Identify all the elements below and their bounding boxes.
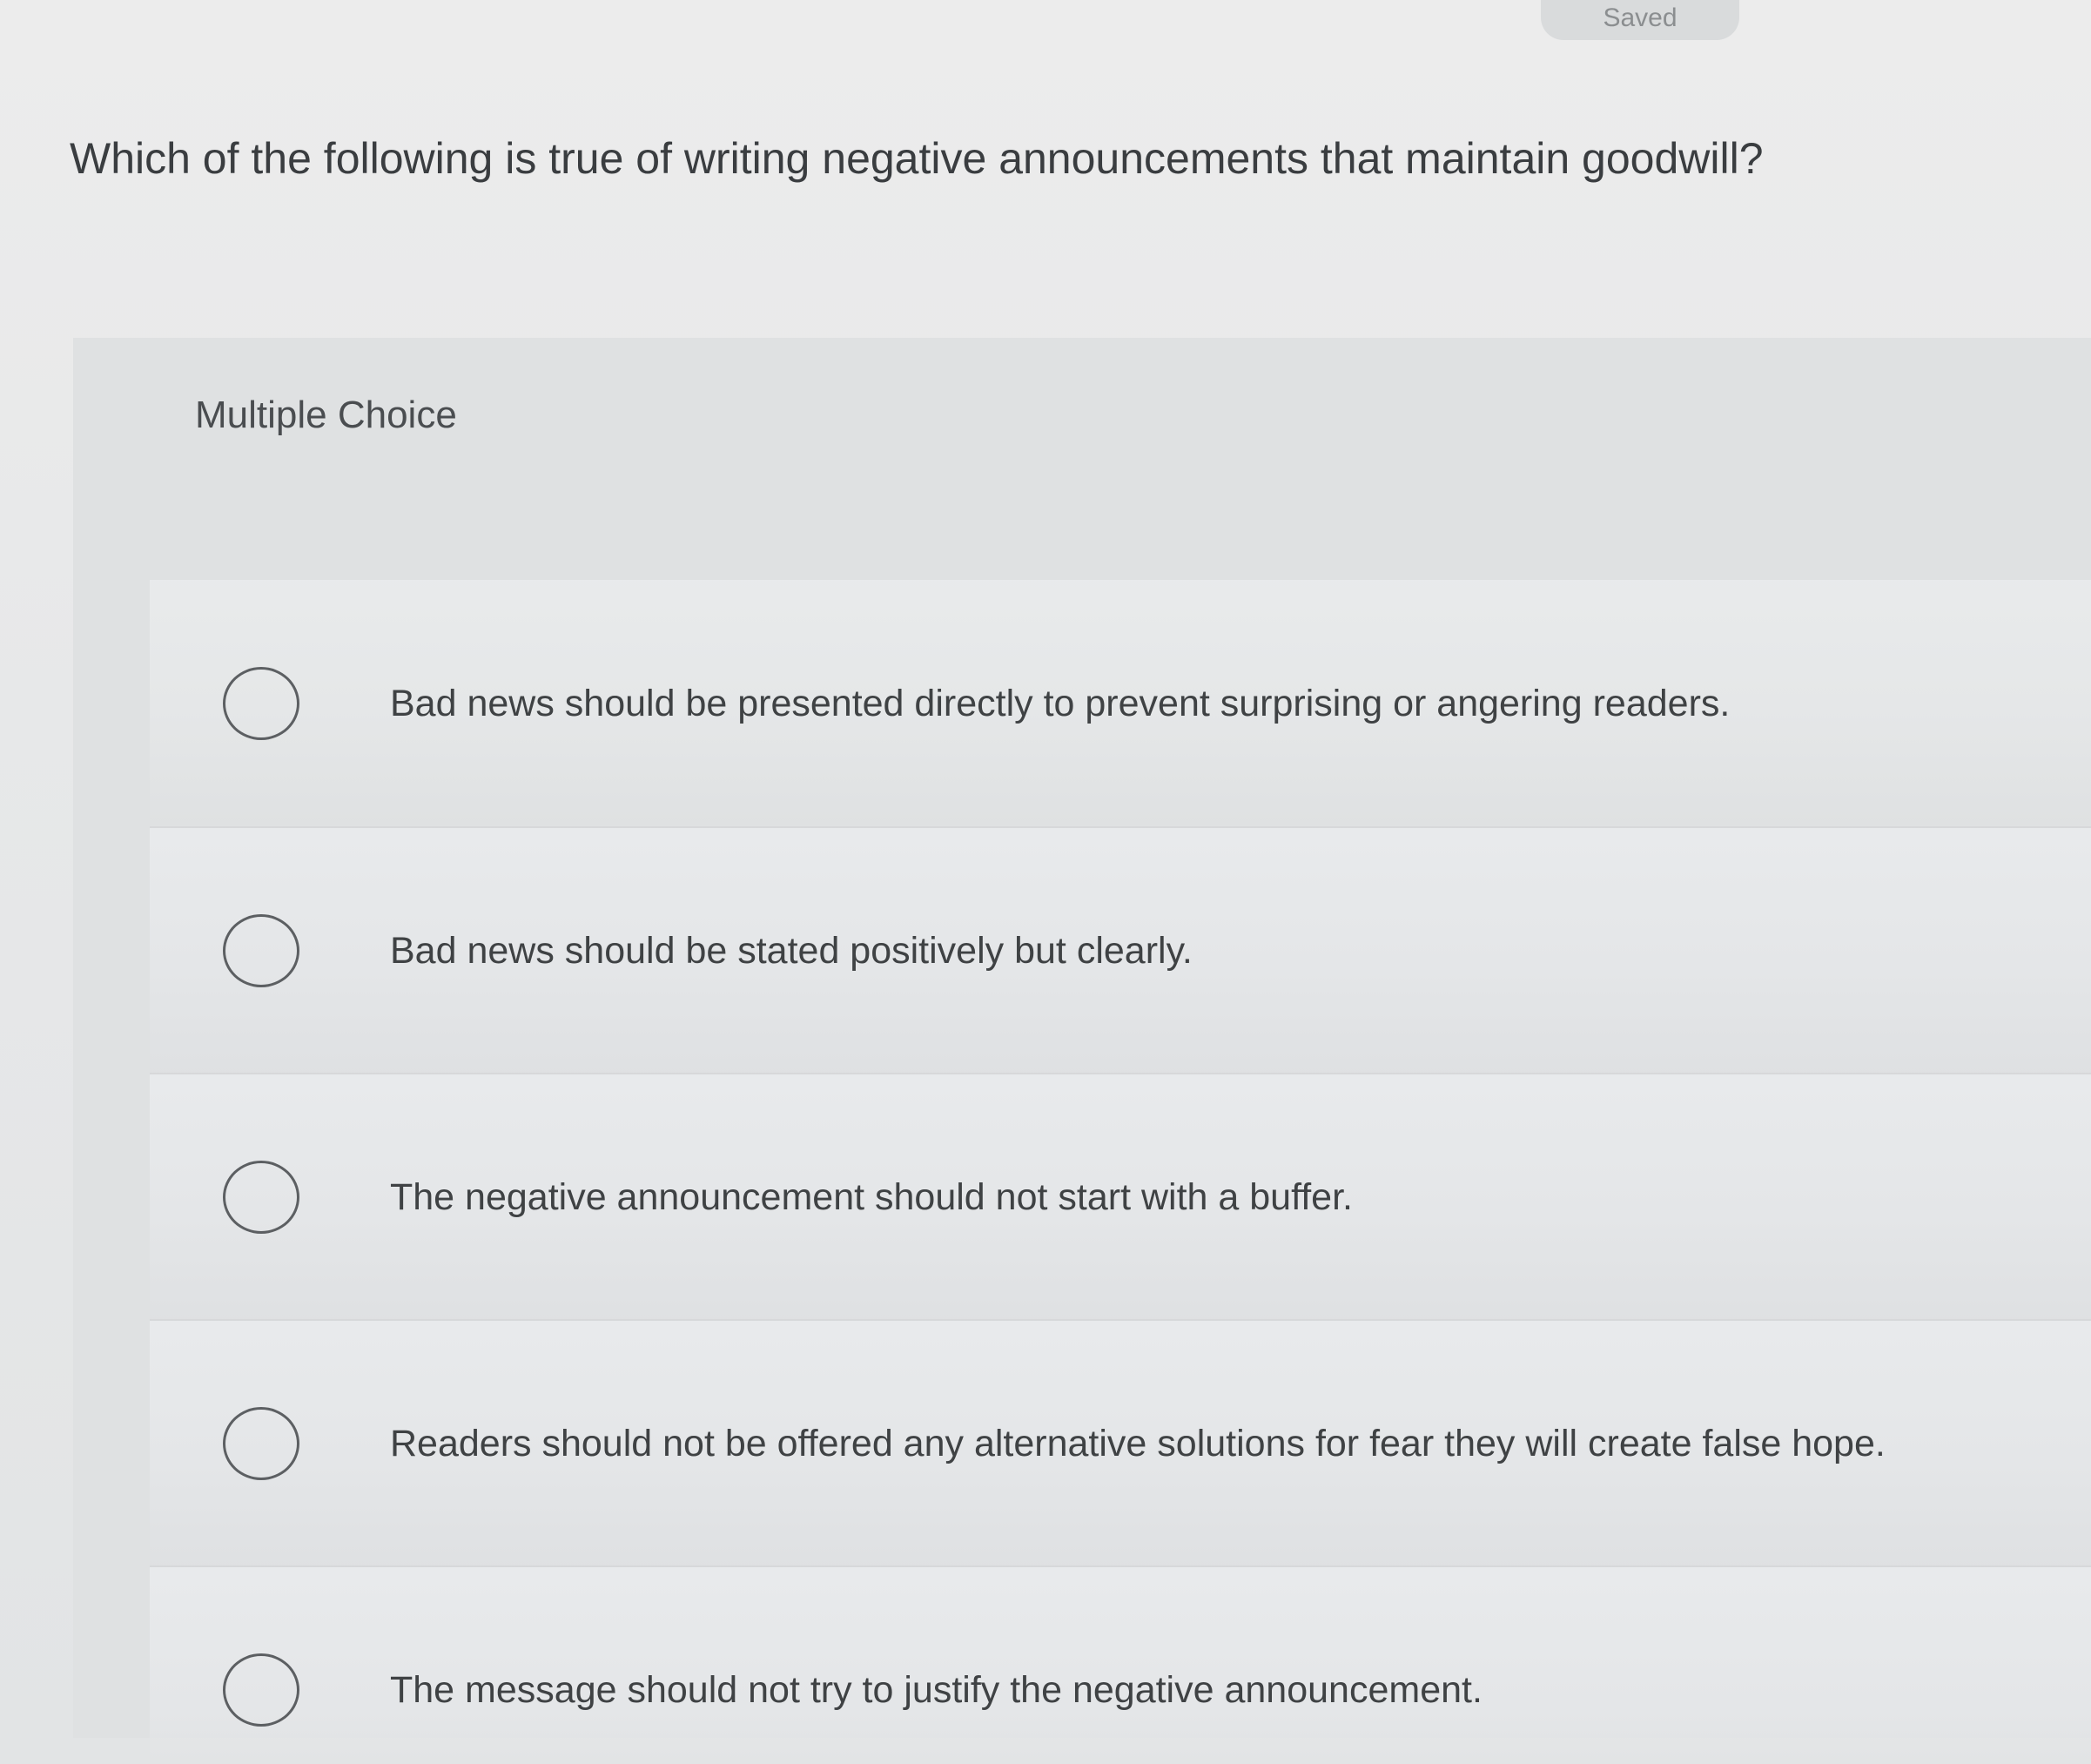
radio-button-1[interactable] xyxy=(223,666,299,740)
radio-button-5[interactable] xyxy=(223,1653,299,1727)
answer-option-2[interactable]: Bad news should be stated positively but… xyxy=(150,826,2091,1073)
answer-option-1[interactable]: Bad news should be presented directly to… xyxy=(150,580,2091,826)
quiz-page: Saved Which of the following is true of … xyxy=(0,0,2091,1764)
radio-button-3[interactable] xyxy=(223,1160,299,1234)
answer-option-label-2: Bad news should be stated positively but… xyxy=(390,929,1193,972)
answer-option-label-3: The negative announcement should not sta… xyxy=(390,1175,1353,1218)
answer-option-3[interactable]: The negative announcement should not sta… xyxy=(150,1073,2091,1319)
answer-option-5[interactable]: The message should not try to justify th… xyxy=(150,1565,2091,1764)
radio-button-2[interactable] xyxy=(223,913,299,987)
question-type-label: Multiple Choice xyxy=(195,394,457,436)
question-text: Which of the following is true of writin… xyxy=(70,134,1764,183)
answer-options: Bad news should be presented directly to… xyxy=(150,580,2091,1764)
saved-status-badge: Saved xyxy=(1541,0,1739,40)
answer-option-4[interactable]: Readers should not be offered any altern… xyxy=(150,1319,2091,1565)
answer-option-label-4: Readers should not be offered any altern… xyxy=(390,1422,1886,1464)
multiple-choice-panel: Multiple Choice Bad news should be prese… xyxy=(73,338,2091,1764)
radio-button-4[interactable] xyxy=(223,1406,299,1480)
answer-option-label-5: The message should not try to justify th… xyxy=(390,1668,1483,1711)
answer-option-label-1: Bad news should be presented directly to… xyxy=(390,682,1731,724)
